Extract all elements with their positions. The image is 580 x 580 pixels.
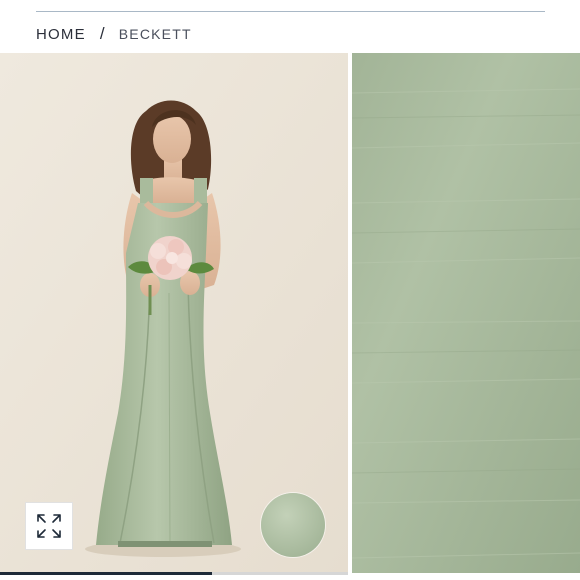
header-divider	[36, 11, 545, 12]
fabric-swatch-thumbnail[interactable]	[261, 493, 325, 557]
fabric-thumbnail-image	[261, 493, 325, 557]
breadcrumb: HOME / BECKETT	[36, 24, 192, 44]
product-photo-fabric[interactable]	[352, 53, 580, 573]
fabric-texture-illustration	[352, 53, 580, 573]
expand-gallery-button[interactable]	[25, 502, 73, 550]
breadcrumb-separator: /	[99, 24, 106, 43]
gallery-progress-bar	[0, 572, 348, 575]
breadcrumb-current-page: BECKETT	[118, 26, 192, 42]
product-photo-main[interactable]	[0, 53, 348, 573]
product-gallery	[0, 53, 580, 575]
gallery-progress-fill	[0, 572, 213, 575]
expand-arrows-icon	[37, 514, 61, 538]
breadcrumb-home-link[interactable]: HOME	[36, 26, 86, 43]
